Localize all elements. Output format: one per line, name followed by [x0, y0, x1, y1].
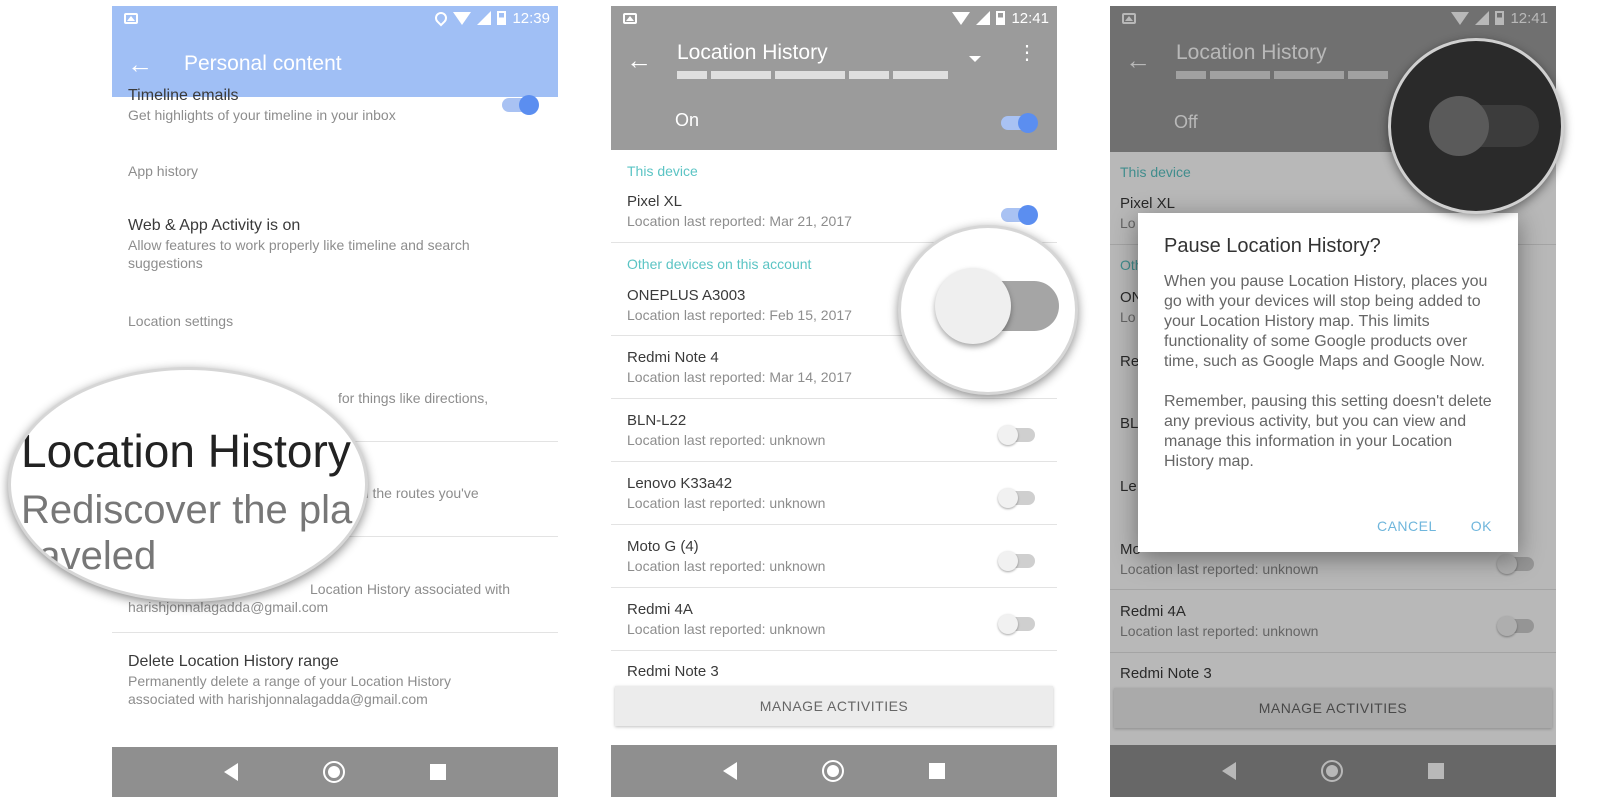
pause-location-history-dialog: Pause Location History? When you pause L… [1138, 213, 1518, 552]
status-bar: 12:39 [112, 6, 558, 30]
device-toggle[interactable] [998, 425, 1035, 445]
status-time: 12:39 [512, 9, 550, 27]
wifi-icon [453, 11, 472, 25]
device-toggle-pixel-xl[interactable] [1001, 205, 1038, 225]
divider [611, 398, 1057, 399]
android-nav-bar [611, 745, 1057, 797]
device-name: Redmi 4A [627, 601, 693, 618]
dialog-body-2: Remember, pausing this setting doesn't d… [1164, 393, 1492, 470]
web-app-activity-title: Web & App Activity is on [128, 217, 301, 234]
page-title: Location History [677, 41, 828, 64]
device-row[interactable]: Redmi 4A Location last reported: unknown [611, 600, 1057, 638]
device-row[interactable]: Lenovo K33a42 Location last reported: un… [611, 474, 1057, 512]
battery-icon [996, 11, 1006, 25]
device-row[interactable]: BLN-L22 Location last reported: unknown [611, 411, 1057, 449]
device-name: Lenovo K33a42 [627, 475, 733, 492]
status-time: 12:41 [1011, 9, 1049, 27]
device-toggle[interactable] [998, 614, 1035, 634]
nav-back-icon[interactable] [723, 762, 738, 780]
timeline-emails-subtitle: Get highlights of your timeline in your … [128, 107, 396, 123]
device-name: Moto G (4) [627, 538, 699, 555]
web-app-activity-subtitle: Allow features to work properly like tim… [128, 237, 470, 271]
location-settings-header: Location settings [128, 313, 234, 329]
device-row[interactable]: Redmi Note 3 [611, 662, 1057, 682]
nav-home-icon[interactable] [821, 760, 844, 782]
delete-range-subtitle: Permanently delete a range of your Locat… [128, 673, 451, 707]
zoomed-toggle-knob[interactable] [1429, 96, 1489, 156]
zoomed-location-history-subtitle: Rediscover the pla [21, 488, 353, 532]
other-devices-header: Other devices on this account [627, 256, 812, 272]
nav-recents-icon[interactable] [928, 763, 945, 779]
ok-button[interactable]: OK [1471, 518, 1492, 534]
wifi-icon [952, 11, 971, 25]
back-arrow-icon[interactable]: ← [112, 51, 168, 77]
device-name: Redmi Note 3 [627, 663, 719, 680]
device-row[interactable]: Moto G (4) Location last reported: unkno… [611, 537, 1057, 575]
cancel-button[interactable]: CANCEL [1377, 518, 1437, 534]
device-name: Pixel XL [627, 193, 683, 210]
signal-icon [976, 11, 991, 25]
account-name-redacted [677, 71, 948, 79]
overflow-menu-icon[interactable]: ⋮ [1017, 43, 1037, 63]
device-toggle[interactable] [998, 551, 1035, 571]
divider [611, 461, 1057, 462]
this-device-header: This device [627, 163, 698, 179]
image-notification-icon [124, 12, 138, 24]
app-bar: ← Location History ⋮ [611, 30, 1057, 90]
divider [611, 524, 1057, 525]
zoomed-location-history-subtitle-2: raveled [25, 534, 157, 578]
routes-subtitle-behind: nd the routes you've [353, 485, 479, 501]
device-name: BLN-L22 [627, 412, 687, 429]
location-icon [432, 9, 450, 27]
magnifier-device-toggle [898, 225, 1078, 395]
divider [611, 650, 1057, 651]
status-bar: 12:41 [611, 6, 1057, 30]
battery-icon [497, 11, 507, 25]
android-nav-bar [112, 747, 558, 797]
device-last-reported: Location last reported: unknown [627, 621, 826, 637]
page-title: Personal content [184, 51, 342, 75]
nav-back-icon[interactable] [224, 763, 239, 781]
zoomed-location-history-title: Location History [21, 425, 351, 477]
location-history-subtitle-behind: for things like directions, [338, 390, 489, 406]
device-last-reported: Location last reported: unknown [627, 558, 826, 574]
back-arrow-icon[interactable]: ← [611, 47, 667, 73]
account-dropdown-icon[interactable] [969, 56, 981, 62]
timeline-emails-item[interactable]: Timeline emails Get highlights of your t… [112, 86, 558, 124]
magnifier-master-toggle [1388, 38, 1564, 214]
device-last-reported: Location last reported: unknown [627, 432, 826, 448]
signal-icon [477, 11, 492, 25]
dialog-body-1: When you pause Location History, places … [1164, 273, 1488, 370]
divider [112, 632, 558, 633]
image-notification-icon [623, 12, 637, 24]
master-switch-label: On [675, 110, 700, 130]
timeline-emails-toggle[interactable] [502, 95, 539, 115]
device-last-reported: Location last reported: unknown [627, 495, 826, 511]
dialog-title: Pause Location History? [1164, 235, 1381, 257]
zoomed-toggle-knob[interactable] [935, 268, 1011, 344]
device-toggle[interactable] [998, 488, 1035, 508]
phone-screen-location-history-on: 12:41 ← Location History ⋮ On This devic… [611, 6, 1057, 797]
app-history-header: App history [128, 163, 199, 179]
web-app-activity-item[interactable]: Web & App Activity is on Allow features … [112, 216, 558, 272]
nav-home-icon[interactable] [322, 761, 345, 783]
magnifier-location-history: Location History Rediscover the pla rave… [8, 367, 368, 602]
nav-recents-icon[interactable] [429, 764, 446, 780]
delete-range-title: Delete Location History range [128, 653, 339, 670]
timeline-emails-title: Timeline emails [128, 87, 239, 104]
delete-range-item[interactable]: Delete Location History range Permanentl… [112, 652, 558, 708]
divider [611, 587, 1057, 588]
location-history-master-toggle[interactable] [1001, 113, 1038, 133]
manage-activities-button[interactable]: MANAGE ACTIVITIES [615, 686, 1053, 726]
